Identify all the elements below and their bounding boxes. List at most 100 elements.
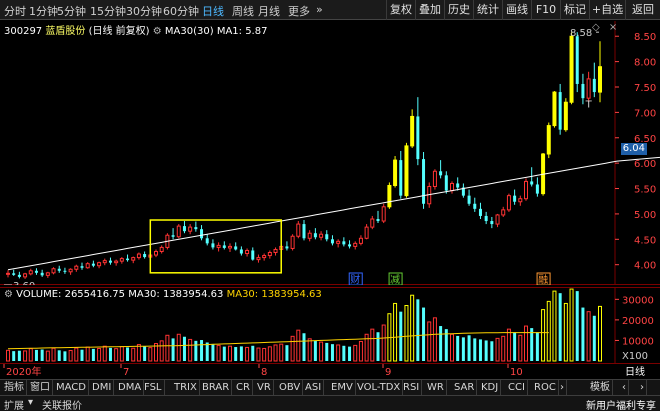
timeframe-tab-1[interactable]: 1分钟 <box>29 3 58 19</box>
candle-32 <box>188 224 193 235</box>
candle-3 <box>23 272 28 279</box>
timeframe-tab-8[interactable]: 月线 <box>258 3 280 19</box>
indicator-tab-4[interactable]: DMA <box>116 380 145 395</box>
candle-body <box>404 145 409 197</box>
ma1-label: MA1: 5.87 <box>216 26 268 37</box>
candle-body <box>63 270 67 272</box>
toolbar-action-6[interactable]: 标记 <box>560 0 589 20</box>
indicator-tab-18[interactable]: CCI <box>506 380 528 395</box>
toolbar-action-5[interactable]: F10 <box>531 0 560 20</box>
volume-bar-43 <box>251 345 255 361</box>
timeframe-tab-0[interactable]: 分时 <box>4 3 26 19</box>
candle-body <box>592 78 596 93</box>
indicator-tab-0[interactable]: 指标 <box>2 380 27 395</box>
timeframe-tab-6[interactable]: 日线 <box>202 3 224 19</box>
volume-bar-85 <box>490 341 494 361</box>
indicator-tab-17[interactable]: KDJ <box>479 380 502 395</box>
more-caret-icon[interactable]: » <box>316 3 323 16</box>
candle-body <box>211 243 215 248</box>
timeframe-tab-2[interactable]: 5分钟 <box>57 3 86 19</box>
candle-84 <box>484 211 488 225</box>
candle-body <box>387 184 392 208</box>
price-tick-label: 4.00 <box>634 261 656 272</box>
indicator-tab-13[interactable]: VOL-TDX <box>355 380 404 395</box>
candle-44 <box>256 254 261 263</box>
toolbar-action-0[interactable]: 复权 <box>386 0 415 20</box>
candle-body <box>325 234 329 240</box>
toolbar-action-4[interactable]: 画线 <box>502 0 531 20</box>
price-chart[interactable]: 8.508.007.507.006.506.005.505.004.504.00… <box>0 21 660 285</box>
candle-16 <box>97 261 102 269</box>
candle-body <box>126 258 130 261</box>
indicator-tab-23[interactable]: › <box>638 380 647 395</box>
candle-body <box>57 268 61 271</box>
candle-body <box>348 244 352 247</box>
volume-bar-98 <box>563 302 568 362</box>
expand-caret-icon[interactable]: ▾ <box>28 397 33 408</box>
volume-bar-91 <box>524 325 528 362</box>
timeframe-tab-5[interactable]: 60分钟 <box>163 3 199 19</box>
volume-bar-34 <box>200 340 204 361</box>
candle-body <box>6 272 10 275</box>
indicator-tab-16[interactable]: SAR <box>452 380 478 395</box>
close-icon[interactable]: × <box>609 22 617 33</box>
candle-98 <box>563 98 568 132</box>
indicator-tab-20[interactable]: › <box>558 380 567 395</box>
volume-bar-64 <box>370 328 375 362</box>
timeframe-tab-7[interactable]: 周线 <box>232 3 254 19</box>
indicator-tab-3[interactable]: DMI <box>90 380 115 395</box>
indicator-tab-12[interactable]: EMV <box>329 380 356 395</box>
candle-body <box>171 235 175 237</box>
candle-body <box>381 206 386 222</box>
candle-62 <box>358 235 363 246</box>
volume-bar-70 <box>404 305 409 362</box>
candle-31 <box>182 221 186 234</box>
volume-bar-24 <box>143 346 147 361</box>
indicator-tab-11[interactable]: ASI <box>303 380 325 395</box>
candle-82 <box>473 197 477 212</box>
timeframe-tab-4[interactable]: 30分钟 <box>126 3 162 19</box>
indicator-tab-6[interactable]: TRIX <box>172 380 200 395</box>
candle-35 <box>205 234 209 246</box>
diamond-icon[interactable]: ◇ <box>592 22 600 33</box>
candle-59 <box>342 237 346 247</box>
timeframe-tab-3[interactable]: 15分钟 <box>90 3 126 19</box>
indicator-tab-15[interactable]: WR <box>425 380 447 395</box>
chart-settings-icon[interactable]: ⚙ <box>4 289 13 300</box>
stock-code: 300297 <box>4 26 43 37</box>
volume-bar-74 <box>427 321 432 362</box>
candle-90 <box>518 195 523 206</box>
indicator-tab-19[interactable]: ROC <box>532 380 559 395</box>
indicator-tab-22[interactable]: ‹ <box>620 380 629 395</box>
candle-46 <box>267 250 272 259</box>
candle-86 <box>495 213 500 228</box>
toolbar-action-8[interactable]: 返回 <box>625 0 660 20</box>
candle-30 <box>176 224 181 239</box>
candle-body <box>251 250 255 260</box>
related-quotes-button[interactable]: 关联报价 <box>42 397 82 411</box>
candle-61 <box>353 241 358 250</box>
timeframe-tab-9[interactable]: 更多 <box>288 3 310 19</box>
current-price-tag: 6.04 <box>620 143 647 155</box>
indicator-tab-1[interactable]: 窗口 <box>28 380 53 395</box>
toolbar-action-1[interactable]: 叠加 <box>415 0 444 20</box>
volume-bar-0 <box>6 349 10 362</box>
candle-body <box>194 227 198 230</box>
expand-button[interactable]: 扩展 <box>4 397 24 411</box>
volume-bar-94 <box>541 309 546 362</box>
toolbar-action-2[interactable]: 历史 <box>444 0 473 20</box>
volume-bar-71 <box>410 294 415 362</box>
indicator-tab-2[interactable]: MACD <box>54 380 89 395</box>
toolbar-action-3[interactable]: 统计 <box>473 0 502 20</box>
indicator-tab-21[interactable]: 模板 <box>588 380 613 395</box>
new-user-benefit-link[interactable]: 新用户福利专享 <box>586 397 656 411</box>
indicator-tab-14[interactable]: RSI <box>401 380 423 395</box>
indicator-tab-10[interactable]: OBV <box>277 380 304 395</box>
toolbar-action-7[interactable]: +自选 <box>589 0 625 20</box>
indicator-tab-8[interactable]: CR <box>234 380 253 395</box>
volume-bar-62 <box>358 340 363 362</box>
indicator-tab-7[interactable]: BRAR <box>200 380 233 395</box>
indicator-tab-5[interactable]: FSL <box>142 380 165 395</box>
indicator-tab-9[interactable]: VR <box>255 380 274 395</box>
gear-icon[interactable]: ⚙ <box>153 26 162 37</box>
